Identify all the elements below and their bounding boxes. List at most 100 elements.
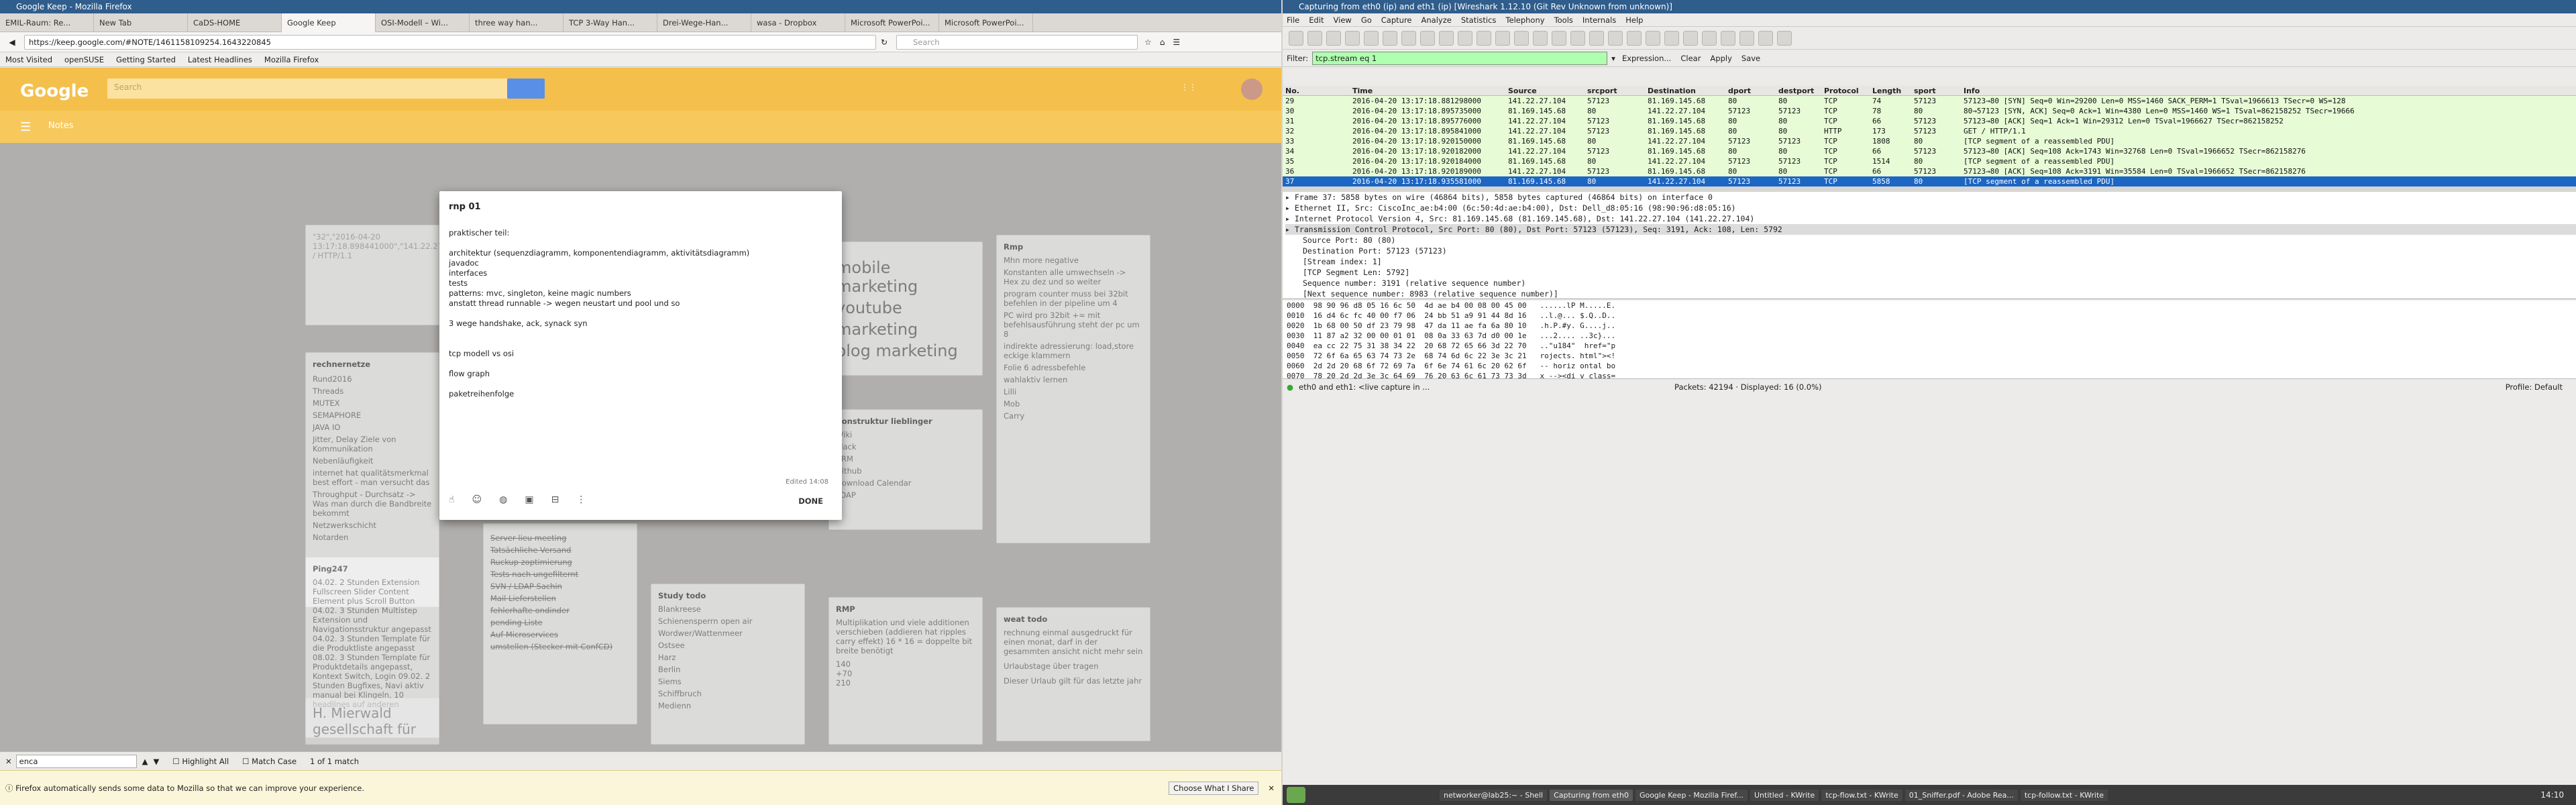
checklist-item[interactable]: Mhn more negative (1004, 256, 1143, 265)
help-icon[interactable] (1777, 30, 1792, 46)
restart-capture-icon[interactable] (1364, 30, 1379, 46)
taskbar-item[interactable]: Google Keep - Mozilla Firef... (1635, 789, 1748, 801)
checklist-item[interactable]: umstellen (Stecker mit ConfCD) (490, 642, 630, 651)
browser-tab[interactable]: Google Keep (282, 13, 376, 32)
home-icon[interactable]: ⌂ (1160, 38, 1165, 47)
filter-button[interactable]: Apply (1710, 54, 1731, 63)
checklist-item[interactable]: Ruckup zoptimierung (490, 557, 630, 567)
note-card[interactable]: H. Mierwald gesellschaft für (305, 698, 439, 745)
taskbar-item[interactable]: networker@lab25:~ - Shell (1440, 789, 1548, 801)
find-prev-icon[interactable]: ▲ (142, 757, 148, 766)
coloring-rules-icon[interactable] (1739, 30, 1754, 46)
checklist-item[interactable]: Schiffbruch (658, 689, 798, 698)
choose-what-i-share-button[interactable]: Choose What I Share (1169, 781, 1259, 795)
checklist-item[interactable]: marketing (836, 320, 975, 339)
url-bar[interactable]: https://keep.google.com/#NOTE/1461158109… (24, 34, 876, 50)
filter-dropdown-icon[interactable]: ▾ (1611, 54, 1615, 63)
done-button[interactable]: DONE (798, 496, 823, 506)
expand-arrow-icon[interactable]: ▸ (1285, 193, 1295, 202)
packet-row[interactable]: 30 2016-04-20 13:17:18.895735000 81.169.14… (1283, 106, 2576, 116)
checklist-item[interactable]: Notarden (313, 533, 432, 542)
menu-item[interactable]: Go (1361, 15, 1372, 25)
packet-row[interactable]: 29 2016-04-20 13:17:18.881298000 141.22.27… (1283, 96, 2576, 106)
checklist-item[interactable]: MUTEX (313, 398, 432, 408)
image-icon[interactable]: ▣ (525, 494, 533, 505)
remind-icon[interactable]: ☝ (449, 494, 455, 505)
browser-tab[interactable]: TCP 3-Way Han... (564, 13, 657, 32)
checklist-item[interactable]: Wiki (836, 430, 975, 439)
checklist-item[interactable]: Carry (1004, 411, 1143, 421)
expand-arrow-icon[interactable]: ▸ (1285, 203, 1295, 213)
menu-item[interactable]: Telephony (1505, 15, 1544, 25)
checklist-item[interactable]: Slack (836, 442, 975, 451)
checklist-item[interactable]: Server lieu meeting (490, 533, 630, 543)
collaborator-icon[interactable]: ☺ (472, 494, 482, 505)
detail-row[interactable]: [Next sequence number: 8983 (relative se… (1285, 288, 2576, 299)
menu-item[interactable]: Analyze (1421, 15, 1452, 25)
checklist-item[interactable]: PC wird pro 32bit += mit befehlsausführu… (1004, 311, 1143, 339)
go-to-packet-icon[interactable] (1533, 30, 1548, 46)
detail-row[interactable]: ▸ Frame 37: 5858 bytes on wire (46864 bi… (1285, 192, 2576, 203)
packet-row[interactable]: 33 2016-04-20 13:17:18.920150000 81.169.14… (1283, 136, 2576, 146)
checklist-item[interactable]: LDAP (836, 490, 975, 500)
note-card[interactable]: RMP Multiplikation und viele additionen v… (828, 597, 983, 745)
browser-tab[interactable]: wasa - Dropbox (751, 13, 845, 32)
filter-button[interactable]: Clear (1680, 54, 1701, 63)
note-body-input[interactable]: praktischer teil: architektur (sequenzdia… (449, 228, 833, 399)
menu-icon[interactable]: ☰ (1173, 38, 1180, 47)
taskbar-item[interactable]: Capturing from eth0 (1550, 789, 1633, 801)
menu-item[interactable]: Statistics (1461, 15, 1497, 25)
checklist-item[interactable]: Blankreese (658, 604, 798, 614)
browser-tab[interactable]: New Tab (94, 13, 188, 32)
checklist-item[interactable]: Medienn (658, 701, 798, 710)
note-card[interactable]: weat todo rechnung einmal ausgedruckt für… (996, 607, 1150, 741)
note-card[interactable]: "32","2016-04-20 13:17:18.898441000","14… (305, 225, 692, 325)
checklist-item[interactable]: Github (836, 466, 975, 476)
detail-row[interactable]: Source Port: 80 (80) (1285, 235, 2576, 246)
checklist-item[interactable]: Harz (658, 653, 798, 662)
checklist-item[interactable]: blog marketing (836, 341, 975, 360)
checklist-item[interactable]: Throughput - Durchsatz -> Was man durch … (313, 490, 432, 518)
detail-row[interactable]: Destination Port: 57123 (57123) (1285, 246, 2576, 256)
column-header[interactable]: Time (1350, 86, 1505, 96)
interfaces-icon[interactable] (1289, 30, 1303, 46)
column-header[interactable]: dport (1725, 86, 1776, 96)
checklist-item[interactable]: Lilli (1004, 387, 1143, 396)
detail-row[interactable]: [TCP Segment Len: 5792] (1285, 267, 2576, 278)
checklist-item[interactable]: Siems (658, 677, 798, 686)
checklist-item[interactable]: Konstanten alle umwechseln -> Hex zu dez… (1004, 268, 1143, 286)
save-file-icon[interactable] (1401, 30, 1416, 46)
expand-arrow-icon[interactable]: ▸ (1285, 214, 1295, 223)
bookmark-item[interactable]: Getting Started (116, 55, 176, 64)
archive-icon[interactable]: ⊟ (551, 494, 559, 505)
column-header[interactable]: Source (1505, 86, 1585, 96)
checklist-item[interactable]: Ostsee (658, 641, 798, 650)
display-filter-input[interactable]: tcp.stream eq 1 (1312, 51, 1608, 65)
note-card[interactable]: Konstruktur lieblinger Wiki Slack CRM Github… (828, 409, 983, 530)
taskbar-item[interactable]: Untitled - KWrite (1750, 789, 1819, 801)
checklist-item[interactable]: indirekte adressierung: load,store eckig… (1004, 341, 1143, 360)
checklist-item[interactable]: internet hat qualitätsmerkmal best effor… (313, 468, 432, 487)
menu-item[interactable]: Tools (1554, 15, 1573, 25)
capture-filters-icon[interactable] (1702, 30, 1717, 46)
checklist-item[interactable]: Nebenläufigkeit (313, 456, 432, 466)
go-back-icon[interactable] (1495, 30, 1510, 46)
browser-tab[interactable]: Drei-Wege-Han... (657, 13, 751, 32)
last-packet-icon[interactable] (1570, 30, 1585, 46)
browser-tab[interactable]: three way han... (470, 13, 564, 32)
go-forward-icon[interactable] (1514, 30, 1529, 46)
note-card[interactable]: mobile marketing youtube marketing blog mar… (828, 241, 983, 376)
detail-row[interactable]: ▸ Internet Protocol Version 4, Src: 81.1… (1285, 213, 2576, 224)
preferences-icon[interactable] (1758, 30, 1773, 46)
filter-button[interactable]: Save (1741, 54, 1760, 63)
print-icon[interactable] (1458, 30, 1472, 46)
packet-row[interactable]: 32 2016-04-20 13:17:18.895841000 141.22.27… (1283, 126, 2576, 136)
checklist-item[interactable]: mobile marketing (836, 258, 975, 296)
checklist-item[interactable]: Mail Lieferstellen (490, 594, 630, 603)
note-card[interactable]: Server lieu meeting Tatsächliche Versand R… (483, 523, 637, 724)
horizontal-scrollbar[interactable] (1283, 186, 2576, 192)
reload-icon[interactable] (1439, 30, 1454, 46)
checklist-item[interactable]: Mob (1004, 399, 1143, 409)
menu-item[interactable]: File (1287, 15, 1299, 25)
checklist-item[interactable]: Wordwer/Wattenmeer (658, 629, 798, 638)
